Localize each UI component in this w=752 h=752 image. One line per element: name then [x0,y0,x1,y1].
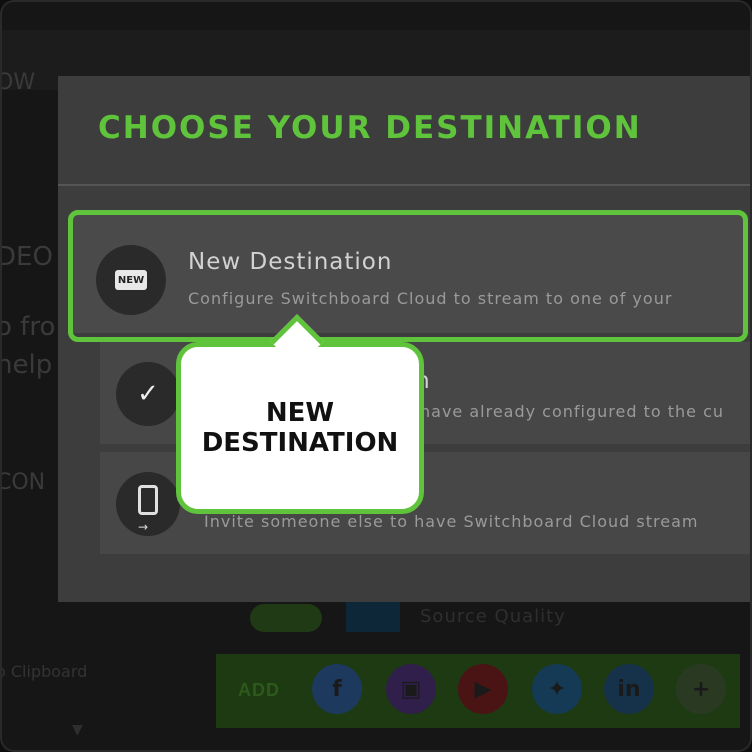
option-description: have already configured to the cu [420,402,725,421]
twitter-thumbnail [346,598,400,632]
background-text: DEO [0,242,53,272]
modal-title: CHOOSE YOUR DESTINATION [98,110,642,146]
tutorial-callout: NEW DESTINATION [176,342,424,514]
facebook-icon[interactable]: f [312,664,362,714]
background-text: CON [0,470,46,495]
background-text: help [0,350,53,380]
option-description: Invite someone else to have Switchboard … [204,512,699,531]
screen: OW DEO o fro help CON o Clipboard ▼ Sour… [0,0,752,752]
source-quality-label: Source Quality [420,606,566,627]
background-text: OW [0,70,36,95]
twitter-icon[interactable]: ✦ [532,664,582,714]
quality-toggle[interactable] [250,604,322,632]
add-label: ADD [238,680,280,700]
add-icon[interactable]: + [676,664,726,714]
clipboard-label: o Clipboard [0,662,88,681]
linkedin-icon[interactable]: in [604,664,654,714]
twitch-icon[interactable]: ▣ [386,664,436,714]
divider [58,184,752,186]
checkmark-icon: ✓ [116,362,180,426]
callout-text: NEW DESTINATION [201,398,399,458]
chevron-down-icon: ▼ [72,722,83,738]
phone-icon: → [116,472,180,536]
background-text: o fro [0,312,56,342]
highlight-outline [68,210,748,342]
youtube-icon[interactable]: ▶ [458,664,508,714]
